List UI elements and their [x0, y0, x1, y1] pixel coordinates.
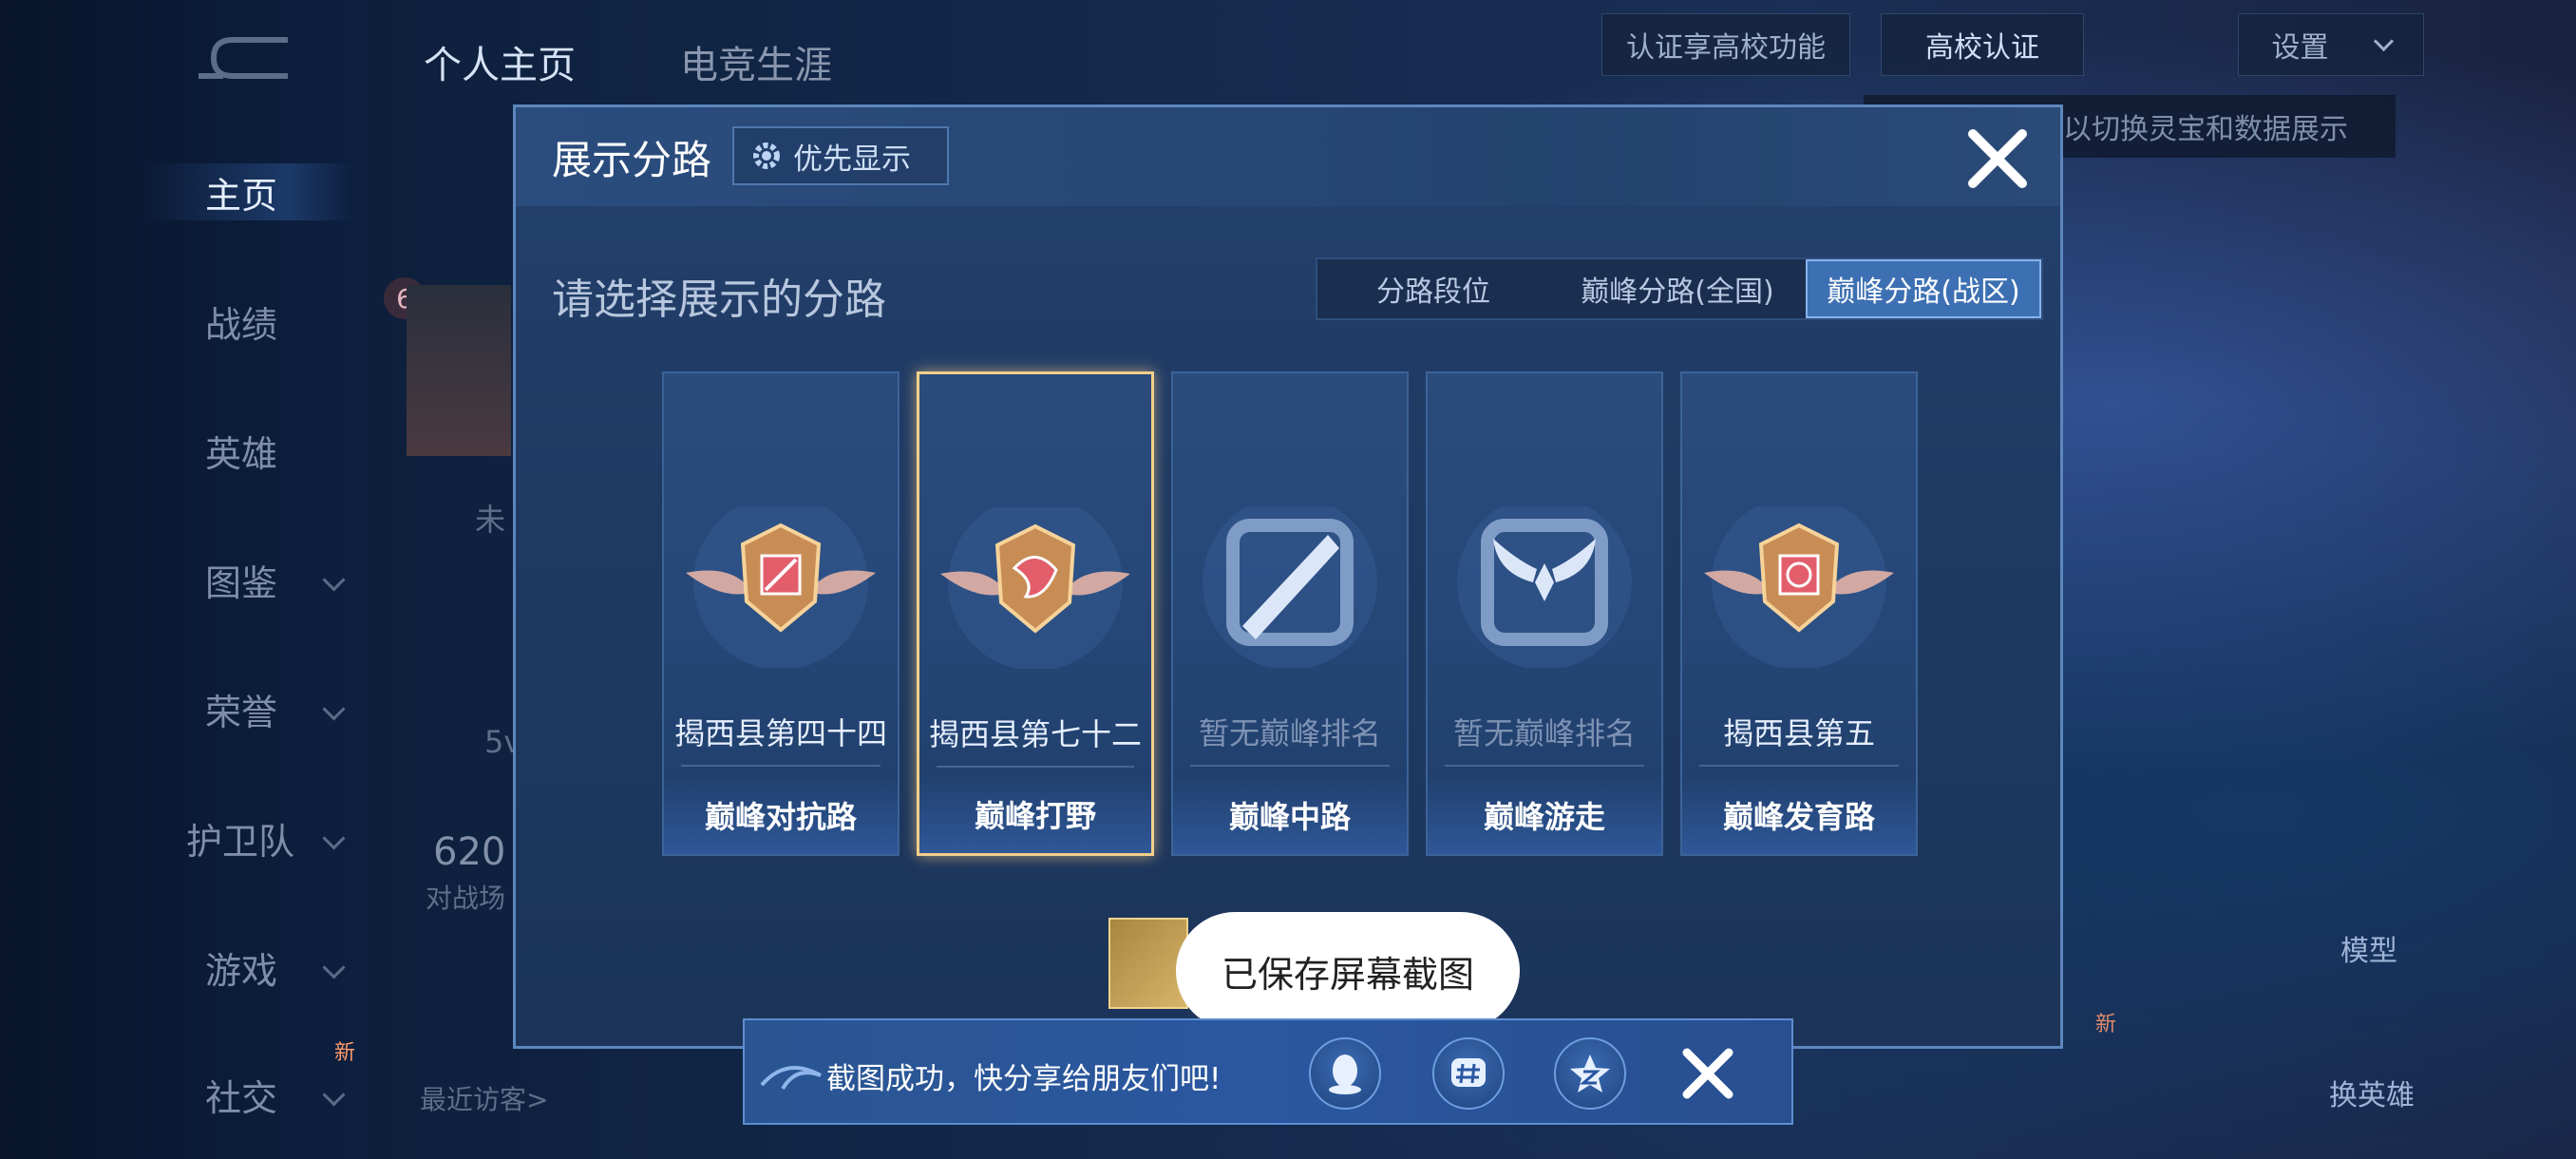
jungle-crest-icon [940, 507, 1130, 669]
sword-crest-icon [686, 506, 876, 668]
lane-position-label: 巅峰中路 [1173, 776, 1407, 854]
tab-personal-home[interactable]: 个人主页 [424, 34, 576, 89]
share-prompt-text: 截图成功，快分享给朋友们吧! [826, 1062, 1222, 1096]
campus-cert-button[interactable]: 高校认证 [1881, 13, 2084, 76]
mid-lane-icon [1203, 506, 1377, 668]
lane-rank-text: 暂无巅峰排名 [1198, 715, 1381, 751]
score-value: 620 [433, 830, 506, 874]
sidebar-item-game[interactable]: 游戏 [142, 939, 351, 996]
lane-rank-text: 揭西县第七十二 [928, 716, 1142, 752]
lane-card-top[interactable]: 揭西县第四十四 巅峰对抗路 [662, 371, 900, 856]
tab-peak-national[interactable]: 巅峰分路(全国) [1549, 259, 1806, 318]
close-icon[interactable] [1963, 124, 2032, 193]
dialog-title: 展示分路 [552, 137, 712, 183]
qq-icon[interactable] [1309, 1037, 1381, 1110]
chevron-down-icon [322, 568, 346, 592]
tab-lane-rank[interactable]: 分路段位 [1317, 259, 1549, 318]
wave-decoration-icon [760, 1066, 822, 1091]
divider [1445, 765, 1644, 767]
chevron-down-icon [322, 956, 346, 979]
sidebar-item-heroes[interactable]: 英雄 [142, 422, 351, 479]
back-arrow-icon[interactable] [195, 34, 299, 82]
chevron-down-icon [322, 1083, 346, 1107]
divider [681, 765, 881, 767]
lane-position-label: 巅峰发育路 [1682, 776, 1916, 854]
qzone-star-icon[interactable] [1554, 1037, 1626, 1110]
lane-display-dialog: 展示分路 优先显示 请选择展示的分路 分路段位 巅峰分路(全国) 巅峰分路(战区… [513, 104, 2063, 1049]
new-badge: 新 [334, 1041, 356, 1065]
lane-card-bot[interactable]: 揭西县第五 巅峰发育路 [1680, 371, 1918, 856]
status-text: 未 [475, 502, 506, 538]
divider [1190, 765, 1390, 767]
new-badge: 新 [2095, 1013, 2117, 1036]
tab-esports-career[interactable]: 电竞生涯 [680, 34, 832, 89]
screenshot-saved-toast: 已保存屏幕截图 [1176, 912, 1520, 1030]
campus-cert-label: 高校认证 [1925, 31, 2039, 65]
lane-rank-text: 暂无巅峰排名 [1452, 715, 1636, 751]
sidebar-item-honor[interactable]: 荣誉 [142, 680, 351, 737]
lane-card-support[interactable]: 暂无巅峰排名 巅峰游走 [1426, 371, 1663, 856]
change-hero-label[interactable]: 换英雄 [2329, 1072, 2415, 1113]
support-wings-icon [1457, 506, 1632, 668]
lane-rank-text: 揭西县第五 [1722, 715, 1875, 751]
recent-visitors-link[interactable]: 最近访客> [420, 1079, 548, 1117]
lane-position-label: 巅峰游走 [1428, 776, 1661, 854]
close-icon[interactable] [1679, 1045, 1736, 1102]
lane-position-label: 巅峰打野 [919, 775, 1151, 853]
marksman-crest-icon [1704, 506, 1894, 668]
sidebar-item-guard[interactable]: 护卫队 [120, 809, 351, 866]
sidebar-item-social[interactable]: 社交 [142, 1066, 351, 1123]
model-label[interactable]: 模型 [2340, 927, 2397, 969]
sidebar-item-home[interactable]: 主页 [142, 163, 351, 220]
lane-card-jungle[interactable]: 揭西县第七十二 巅峰打野 [917, 371, 1154, 856]
avatar[interactable] [407, 285, 511, 456]
gear-icon [753, 142, 780, 169]
chevron-down-icon [322, 826, 346, 850]
sidebar-item-codex[interactable]: 图鉴 [142, 551, 351, 608]
hashtag-icon[interactable] [1432, 1037, 1505, 1110]
tab-peak-region[interactable]: 巅峰分路(战区) [1806, 259, 2041, 318]
share-bar: 截图成功，快分享给朋友们吧! [743, 1018, 1793, 1125]
lane-rank-text: 揭西县第四十四 [673, 715, 887, 751]
divider [1699, 765, 1899, 767]
sidebar-item-record[interactable]: 战绩 [142, 293, 351, 350]
chevron-down-icon [322, 697, 346, 721]
lane-segment-control: 分路段位 巅峰分路(全国) 巅峰分路(战区) [1316, 257, 2043, 320]
lane-card-mid[interactable]: 暂无巅峰排名 巅峰中路 [1171, 371, 1409, 856]
score-label: 对战场 [426, 883, 506, 914]
dialog-subtitle: 请选择展示的分路 [552, 276, 886, 324]
settings-button[interactable]: 设置 [2238, 13, 2424, 76]
divider [937, 766, 1134, 768]
lane-position-label: 巅峰对抗路 [664, 776, 898, 854]
cert-feature-button[interactable]: 认证享高校功能 [1601, 13, 1850, 76]
priority-display-button[interactable]: 优先显示 [732, 126, 949, 185]
chevron-down-icon [2373, 30, 2394, 51]
